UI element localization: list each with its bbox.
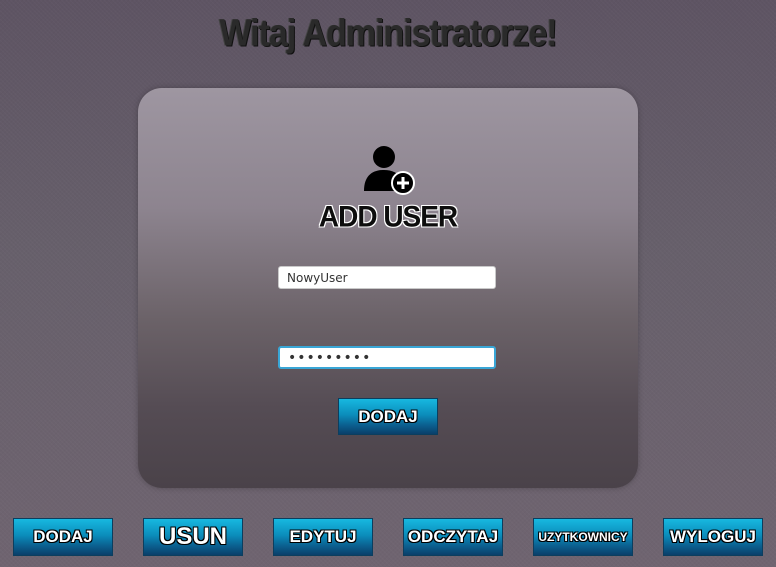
add-user-submit-button[interactable]: DODAJ xyxy=(338,398,438,435)
nav-dodaj-button[interactable]: DODAJ xyxy=(13,518,113,556)
nav-usun-button[interactable]: USUN xyxy=(143,518,243,556)
page-title: Witaj Administratorze! xyxy=(219,11,557,55)
nav-odczytaj-button[interactable]: ODCZYTAJ xyxy=(403,518,503,556)
nav-wyloguj-button[interactable]: WYLOGUJ xyxy=(663,518,763,556)
nav-edytuj-button[interactable]: EDYTUJ xyxy=(273,518,373,556)
form-heading: ADD USER xyxy=(318,200,458,233)
username-input[interactable] xyxy=(278,266,496,289)
nav-uzytkownicy-button[interactable]: UZYTKOWNICY xyxy=(533,518,633,556)
password-input[interactable] xyxy=(278,346,496,369)
add-user-panel: ADD USER DODAJ xyxy=(138,88,638,488)
add-user-icon xyxy=(364,146,415,195)
